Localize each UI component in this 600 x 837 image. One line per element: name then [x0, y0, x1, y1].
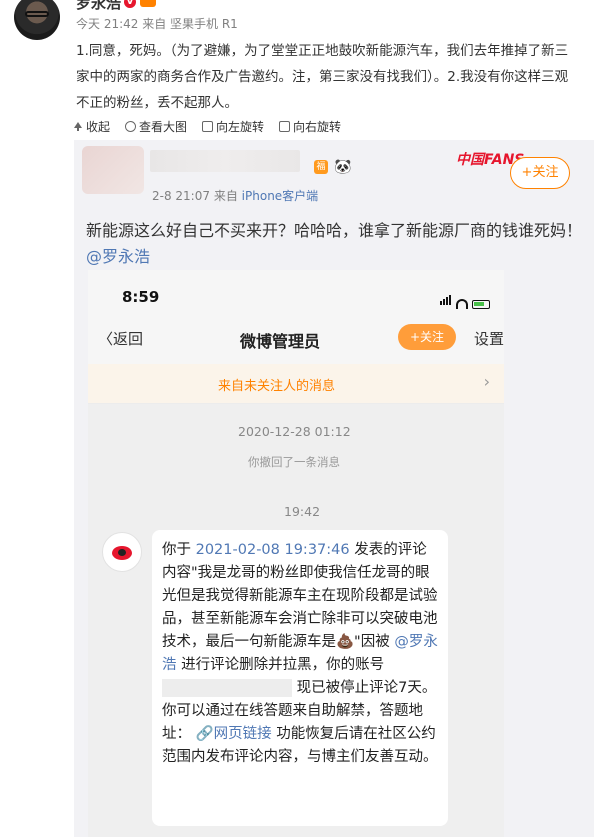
mention-link[interactable]: @罗永浩: [86, 247, 150, 266]
rotate-right-button[interactable]: 向右旋转: [279, 118, 341, 135]
collapse-button[interactable]: 收起: [72, 118, 110, 135]
verified-icon: V: [124, 0, 136, 8]
panda-icon: 🐼: [334, 159, 352, 175]
back-button[interactable]: 〈返回: [98, 328, 143, 349]
phone-time: 8:59: [122, 288, 160, 306]
chevron-right-icon: ›: [483, 372, 490, 391]
view-large-button[interactable]: 查看大图: [125, 118, 187, 135]
vip-icon: [140, 0, 156, 7]
redacted-block: [162, 679, 292, 697]
phone-banner[interactable]: 来自未关注人的消息 ›: [88, 364, 504, 404]
web-link[interactable]: 🔗网页链接: [196, 726, 272, 742]
rotate-left-button[interactable]: 向左旋转: [202, 118, 264, 135]
message-time: 19:42: [284, 504, 321, 519]
post-text: 1.同意，死妈。（为了避嫌，为了堂堂正正地鼓吹新能源汽车，我们去年推掉了新三家中…: [76, 43, 569, 111]
zoom-icon: [125, 121, 137, 132]
username[interactable]: 罗永浩: [76, 0, 121, 13]
reposted-image[interactable]: 福 🐼 2-8 21:07 来自 iPhone客户端 中国FANS +关注 新能…: [74, 140, 594, 837]
repost-text: 新能源这么好自己不买来开？哈哈哈，谁拿了新能源厂商的钱谁死妈！ @罗永浩: [86, 221, 583, 266]
collapse-icon: [72, 121, 83, 132]
message-date: 2020-12-28 01:12: [238, 424, 351, 439]
fu-badge-icon: 福: [314, 160, 328, 174]
phone-screenshot: 8:59 〈返回 微博管理员 +关注 设置 来自未关注人的消息 › 2020-1…: [88, 270, 504, 837]
phone-follow-button[interactable]: +关注: [398, 324, 456, 350]
date-link[interactable]: 2021-02-08 19:37:46: [196, 542, 350, 558]
follow-button[interactable]: +关注: [510, 157, 570, 189]
repost-meta: 2-8 21:07 来自 iPhone客户端: [152, 189, 319, 203]
phone-nav-bar: 〈返回 微博管理员 +关注 设置: [88, 314, 504, 364]
phone-title: 微博管理员: [240, 332, 321, 351]
signal-icon: [440, 290, 452, 309]
phone-settings[interactable]: 设置: [474, 328, 504, 349]
rotate-left-icon: [202, 121, 214, 132]
blurred-avatar: [82, 146, 144, 194]
withdrawn-notice: 你撤回了一条消息: [248, 455, 340, 469]
phone-status-bar: 8:59: [88, 270, 504, 314]
battery-icon: [472, 300, 490, 309]
avatar[interactable]: [14, 0, 60, 40]
post-meta: 今天 21:42 来自 坚果手机 R1: [76, 17, 238, 31]
blurred-username: [150, 150, 300, 172]
weibo-logo-icon: [102, 532, 142, 572]
wifi-icon: [456, 299, 468, 309]
rotate-right-icon: [279, 121, 291, 132]
message-bubble: 你于 2021-02-08 19:37:46 发表的评论内容"我是龙哥的粉丝即使…: [152, 530, 448, 826]
image-actions: 收起 查看大图 向左旋转 向右旋转: [72, 118, 341, 135]
